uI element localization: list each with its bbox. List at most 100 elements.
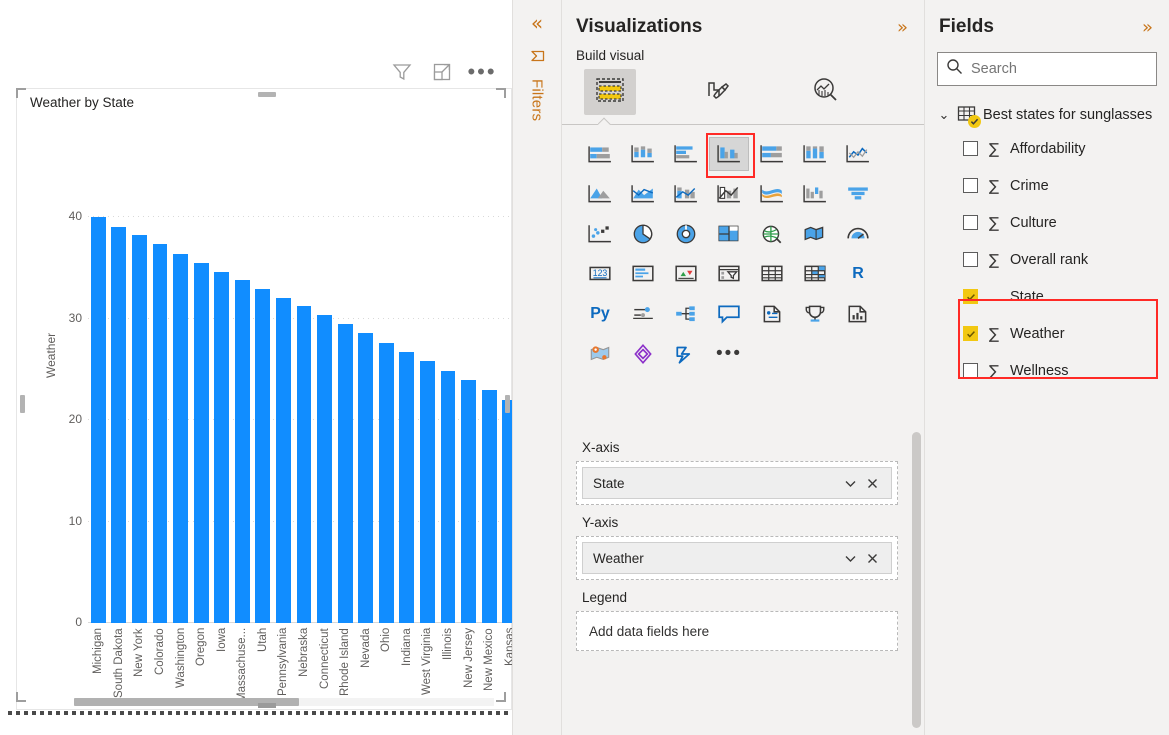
- field-checkbox[interactable]: [963, 252, 978, 267]
- r-script-visual[interactable]: R: [838, 257, 878, 291]
- bar[interactable]: [358, 333, 373, 623]
- clustered-column-chart[interactable]: [709, 137, 749, 171]
- field-checkbox[interactable]: [963, 141, 978, 156]
- bar[interactable]: [482, 390, 497, 623]
- x-axis-well-dropzone[interactable]: State: [576, 461, 898, 505]
- bar[interactable]: [441, 371, 456, 623]
- power-apps[interactable]: [623, 337, 663, 371]
- visual-header-toolbar[interactable]: •••: [390, 60, 494, 84]
- more-options-icon[interactable]: •••: [470, 60, 494, 84]
- y-axis-well-chip[interactable]: Weather: [582, 542, 892, 574]
- bar[interactable]: [111, 227, 126, 623]
- y-axis-well-dropzone[interactable]: Weather: [576, 536, 898, 580]
- resize-handle-right[interactable]: [505, 395, 510, 413]
- filters-pane-label[interactable]: Filters: [529, 79, 546, 121]
- field-row[interactable]: ∑Affordability: [925, 130, 1169, 167]
- bar[interactable]: [399, 352, 414, 623]
- resize-handle-left[interactable]: [20, 395, 25, 413]
- pie-chart[interactable]: [623, 217, 663, 251]
- visualizations-vertical-scrollbar[interactable]: [912, 432, 921, 728]
- tab-build-visual[interactable]: [584, 69, 636, 115]
- fields-search-box[interactable]: [937, 52, 1157, 86]
- line-and-stacked-column-chart[interactable]: [666, 177, 706, 211]
- remove-field-icon[interactable]: [861, 552, 883, 565]
- line-and-clustered-column-chart[interactable]: [709, 177, 749, 211]
- bar[interactable]: [338, 324, 353, 623]
- fields-table-node[interactable]: ⌄ Best states for sunglasses: [925, 100, 1169, 130]
- donut-chart[interactable]: [666, 217, 706, 251]
- report-canvas[interactable]: ••• Weather by State Weather 010203040 M…: [0, 0, 512, 735]
- resize-handle-bottom-right[interactable]: [496, 692, 506, 702]
- bar[interactable]: [132, 235, 147, 623]
- stacked-column-chart[interactable]: [623, 137, 663, 171]
- bar[interactable]: [173, 254, 188, 623]
- bar[interactable]: [194, 263, 209, 623]
- chevron-down-icon[interactable]: ⌄: [937, 108, 951, 123]
- decomposition-tree[interactable]: [666, 297, 706, 331]
- qna-visual[interactable]: [709, 297, 749, 331]
- resize-handle-top[interactable]: [258, 92, 276, 97]
- chevron-down-icon[interactable]: [839, 552, 861, 565]
- power-automate[interactable]: [666, 337, 706, 371]
- funnel-chart[interactable]: [838, 177, 878, 211]
- bar[interactable]: [235, 280, 250, 623]
- scatter-chart[interactable]: [580, 217, 620, 251]
- fields-list[interactable]: ∑Affordability∑Crime∑Culture∑Overall ran…: [925, 130, 1169, 389]
- kpi[interactable]: [666, 257, 706, 291]
- line-chart[interactable]: [838, 137, 878, 171]
- field-row[interactable]: ∑Wellness: [925, 352, 1169, 389]
- slicer[interactable]: [709, 257, 749, 291]
- field-row[interactable]: ∑Overall rank: [925, 241, 1169, 278]
- stacked-area-chart[interactable]: [623, 177, 663, 211]
- collapse-filters-icon[interactable]: «: [531, 12, 543, 34]
- bar[interactable]: [276, 298, 291, 623]
- smart-narrative[interactable]: [752, 297, 792, 331]
- area-chart[interactable]: [580, 177, 620, 211]
- bar[interactable]: [420, 361, 435, 623]
- bar[interactable]: [379, 343, 394, 623]
- tab-format-visual[interactable]: [692, 69, 744, 115]
- resize-handle-top-left[interactable]: [16, 88, 26, 98]
- bar[interactable]: [214, 272, 229, 623]
- treemap[interactable]: [709, 217, 749, 251]
- bar[interactable]: [153, 244, 168, 623]
- multi-row-card[interactable]: [623, 257, 663, 291]
- resize-handle-bottom[interactable]: [258, 703, 276, 708]
- remove-field-icon[interactable]: [861, 477, 883, 490]
- matrix[interactable]: [795, 257, 835, 291]
- chevron-down-icon[interactable]: [839, 477, 861, 490]
- resize-handle-top-right[interactable]: [496, 88, 506, 98]
- card[interactable]: 123: [580, 257, 620, 291]
- resize-handle-bottom-left[interactable]: [16, 692, 26, 702]
- field-row[interactable]: ∑Crime: [925, 167, 1169, 204]
- filters-pane-collapsed[interactable]: « Filters: [512, 0, 562, 735]
- map[interactable]: [752, 217, 792, 251]
- field-checkbox[interactable]: [963, 326, 978, 341]
- stacked-bar-chart[interactable]: [580, 137, 620, 171]
- bar-series[interactable]: [88, 216, 520, 623]
- field-row[interactable]: ∑Weather: [925, 315, 1169, 352]
- python-visual[interactable]: Py: [580, 297, 620, 331]
- clustered-bar-chart[interactable]: [666, 137, 706, 171]
- focus-mode-icon[interactable]: [430, 60, 454, 84]
- ribbon-chart[interactable]: [752, 177, 792, 211]
- field-row[interactable]: ∑State: [925, 278, 1169, 315]
- gauge[interactable]: [838, 217, 878, 251]
- key-influencers[interactable]: [623, 297, 663, 331]
- field-checkbox[interactable]: [963, 178, 978, 193]
- metrics[interactable]: [795, 297, 835, 331]
- tab-analytics[interactable]: [800, 69, 852, 115]
- bar[interactable]: [297, 306, 312, 623]
- expand-visualizations-icon[interactable]: »: [897, 17, 908, 38]
- waterfall-chart[interactable]: [795, 177, 835, 211]
- filled-map[interactable]: [795, 217, 835, 251]
- field-checkbox[interactable]: [963, 215, 978, 230]
- bar[interactable]: [317, 315, 332, 623]
- more-visuals[interactable]: •••: [709, 337, 749, 371]
- expand-fields-icon[interactable]: »: [1142, 17, 1153, 38]
- visual-type-gallery[interactable]: 123 R Py •••: [562, 125, 924, 371]
- bar[interactable]: [91, 217, 106, 623]
- field-checkbox[interactable]: [963, 363, 978, 378]
- filter-icon[interactable]: [528, 48, 546, 71]
- x-axis-well-chip[interactable]: State: [582, 467, 892, 499]
